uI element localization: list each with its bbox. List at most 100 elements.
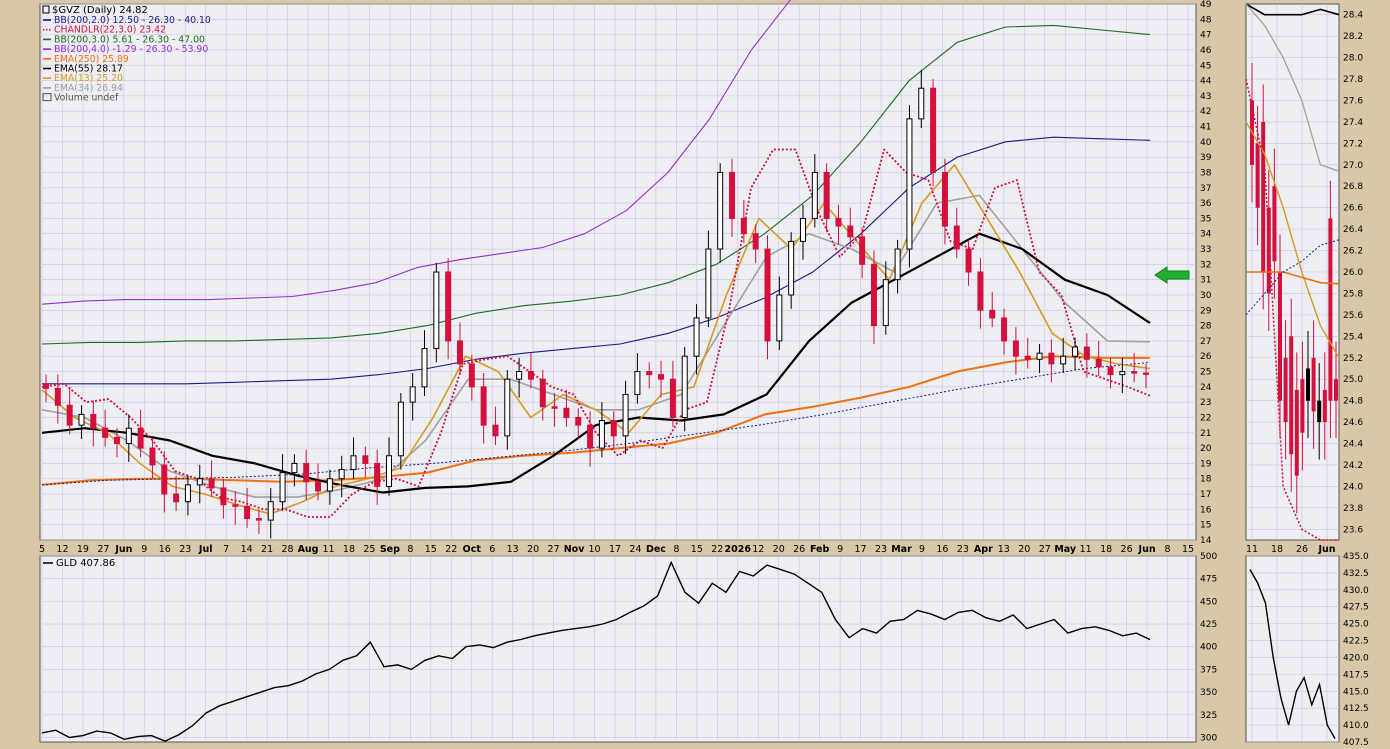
candle-body <box>125 427 132 445</box>
candle-body <box>551 406 558 409</box>
gld-tick-label: 475 <box>1200 575 1217 585</box>
date-tick-label: Jun <box>114 544 132 555</box>
zoom-tick-label: 27.6 <box>1343 96 1363 106</box>
date-tick-label: 13 <box>998 544 1010 555</box>
gld-tick-label: 500 <box>1200 552 1217 562</box>
zoom-date-tick-label: 18 <box>1271 544 1283 555</box>
zoom-tick-label: 26.4 <box>1343 225 1363 235</box>
zoom-tick-label: 26.0 <box>1343 268 1363 278</box>
zoom-tick-label: 27.2 <box>1343 139 1363 149</box>
price-tick-label: 47 <box>1200 31 1211 41</box>
zoom-tick-label: 25.6 <box>1343 311 1363 321</box>
zoom-gld-tick-label: 420.0 <box>1343 653 1369 663</box>
price-tick-label: 35 <box>1200 214 1211 224</box>
date-tick-label: 12 <box>56 544 68 555</box>
zoom-tick-label: 25.8 <box>1343 289 1363 299</box>
candle-body <box>480 386 487 426</box>
candle-body <box>764 248 771 342</box>
date-tick-label: 8 <box>673 544 679 555</box>
zoom-candle-body <box>1306 368 1310 401</box>
zoom-tick-label: 24.4 <box>1343 440 1363 450</box>
date-tick-label: 17 <box>855 544 867 555</box>
candle-body <box>1143 372 1149 375</box>
date-tick-label: 23 <box>875 544 887 555</box>
date-tick-label: 27 <box>1039 544 1051 555</box>
candle-body <box>729 171 736 219</box>
date-tick-label: May <box>1054 544 1077 555</box>
candle-body <box>338 469 345 480</box>
date-tick-label: 19 <box>77 544 89 555</box>
candle-body <box>799 217 806 242</box>
date-tick-label: 16 <box>159 544 171 555</box>
price-tick-label: 29 <box>1200 306 1212 316</box>
candle-body <box>859 236 866 265</box>
candle-body <box>137 427 144 449</box>
date-tick-label: 9 <box>141 544 147 555</box>
candle-body <box>244 505 251 520</box>
candle-body <box>445 271 452 342</box>
price-tick-label: 34 <box>1200 230 1212 240</box>
date-tick-label: 14 <box>241 544 253 555</box>
candle-body <box>409 386 416 403</box>
candle-body <box>646 371 653 376</box>
candle-body <box>303 462 310 483</box>
candle-body <box>433 271 440 350</box>
candle-body <box>610 420 617 437</box>
date-tick-label: 25 <box>363 544 375 555</box>
candle-body <box>113 436 120 445</box>
date-tick-label: 7 <box>223 544 229 555</box>
date-tick-label: 22 <box>711 544 723 555</box>
zoom-gld-tick-label: 425.0 <box>1343 620 1369 630</box>
zoom-gld-tick-label: 407.5 <box>1343 738 1369 745</box>
candle-body <box>622 394 629 437</box>
date-tick-label: 27 <box>97 544 109 555</box>
zoom-candle-body <box>1283 357 1288 423</box>
candle-body <box>1119 371 1126 376</box>
candle-body <box>279 472 286 503</box>
gld-tick-label: 400 <box>1200 643 1217 653</box>
candle-body <box>563 407 570 418</box>
candle-body <box>504 378 511 437</box>
zoom-tick-label: 27.8 <box>1343 75 1363 85</box>
candle-body <box>977 271 984 311</box>
zoom-candle-body <box>1311 357 1316 412</box>
candle-body <box>941 171 948 227</box>
candle-body <box>456 340 463 365</box>
date-tick-label: 8 <box>1165 544 1171 555</box>
candle-body <box>255 518 262 521</box>
candle-body <box>149 447 156 466</box>
candle-body <box>362 455 369 464</box>
price-tick-label: 14 <box>1200 536 1212 546</box>
candle-body <box>196 478 203 486</box>
candle-body <box>1083 346 1090 360</box>
candle-body <box>634 371 641 396</box>
zoom-candle-body <box>1328 218 1333 401</box>
date-tick-label: 26 <box>793 544 805 555</box>
price-tick-label: 24 <box>1200 383 1212 393</box>
candle-body <box>788 240 795 296</box>
date-tick-label: Dec <box>646 544 666 555</box>
date-tick-label: Jun <box>1138 544 1156 555</box>
zoom-tick-label: 24.2 <box>1343 461 1363 471</box>
price-tick-label: 27 <box>1200 337 1211 347</box>
date-tick-label: 21 <box>261 544 273 555</box>
date-tick-label: 15 <box>691 544 703 555</box>
legend-entry: Volume undef <box>42 93 119 104</box>
gld-panel <box>39 555 1197 743</box>
candle-body <box>1001 317 1008 342</box>
candle-body <box>918 87 925 120</box>
price-tick-label: 41 <box>1200 123 1211 133</box>
zoom-tick-label: 24.6 <box>1343 418 1363 428</box>
candle-body <box>823 171 830 219</box>
price-tick-label: 38 <box>1200 168 1212 178</box>
candle-body <box>54 387 61 406</box>
price-tick-label: 48 <box>1200 15 1212 25</box>
zoom-candle-body <box>1317 400 1322 423</box>
candle-body <box>173 493 180 503</box>
candle-body <box>669 378 676 418</box>
zoom-candle-body <box>1289 336 1294 455</box>
price-tick-label: 26 <box>1200 352 1212 362</box>
candle-body <box>587 424 594 449</box>
candle-body <box>386 455 393 487</box>
candle-body <box>717 171 724 250</box>
